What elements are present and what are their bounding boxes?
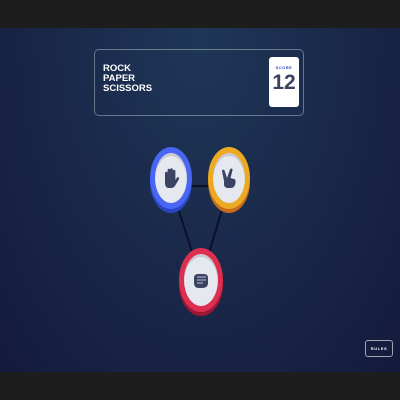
rules-button[interactable]: RULES <box>365 340 393 357</box>
game-viewport: ROCK PAPER SCISSORS SCORE 12 RULES <box>0 28 400 372</box>
scissors-choice-button[interactable] <box>208 147 250 209</box>
rock-choice-button[interactable] <box>179 248 223 312</box>
triangle-lines <box>170 185 230 281</box>
hand-paper-icon <box>165 168 180 188</box>
hand-rock-icon <box>194 274 208 288</box>
paper-choice-button[interactable] <box>150 147 192 209</box>
hand-scissors-icon <box>221 168 236 188</box>
